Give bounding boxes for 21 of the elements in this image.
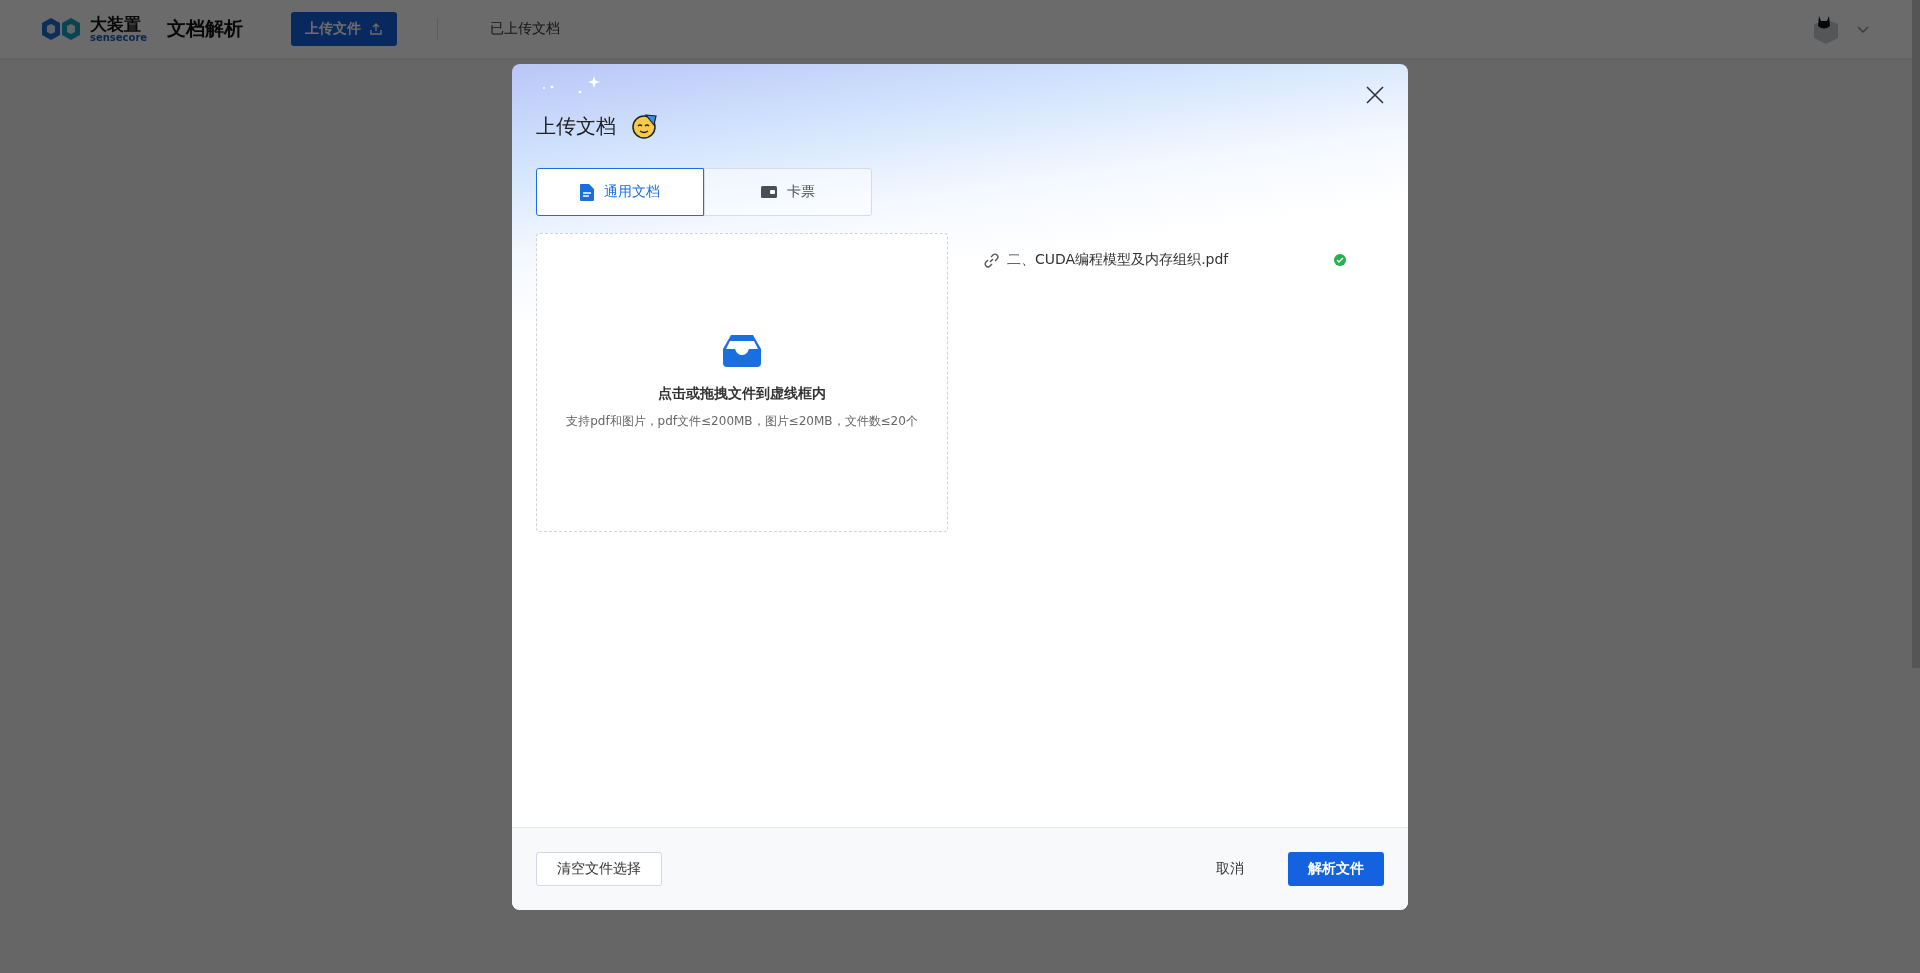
clear-selection-button[interactable]: 清空文件选择 — [536, 852, 662, 886]
wallet-icon — [761, 186, 777, 198]
inbox-icon — [723, 335, 761, 367]
dropzone-prompt: 点击或拖拽文件到虚线框内 — [658, 385, 826, 403]
chevron-down-icon[interactable] — [1856, 24, 1870, 34]
tab[interactable]: 通用文档 — [536, 168, 704, 216]
dropzone-hint: 支持pdf和图片，pdf文件≤200MB，图片≤20MB，文件数≤20个 — [566, 413, 918, 430]
cancel-button[interactable]: 取消 — [1206, 860, 1254, 878]
party-face-icon — [630, 112, 658, 140]
logo-subtitle: sensecore — [90, 32, 148, 43]
parse-button[interactable]: 解析文件 — [1288, 852, 1384, 886]
app-title: 文档解析 — [167, 16, 244, 41]
logo-name: 大装置 — [90, 15, 142, 33]
close-button[interactable] — [1366, 86, 1384, 104]
dialog-title: 上传文档 — [536, 112, 616, 140]
file-name[interactable]: 二、CUDA编程模型及内存组织.pdf — [1007, 251, 1326, 269]
upload-icon — [369, 22, 384, 36]
document-icon — [580, 183, 594, 201]
link-icon — [984, 252, 999, 268]
tab[interactable]: 卡票 — [704, 168, 872, 216]
file-dropzone[interactable]: 点击或拖拽文件到虚线框内 支持pdf和图片，pdf文件≤200MB，图片≤20MB，文件数≤20个 — [536, 233, 948, 532]
